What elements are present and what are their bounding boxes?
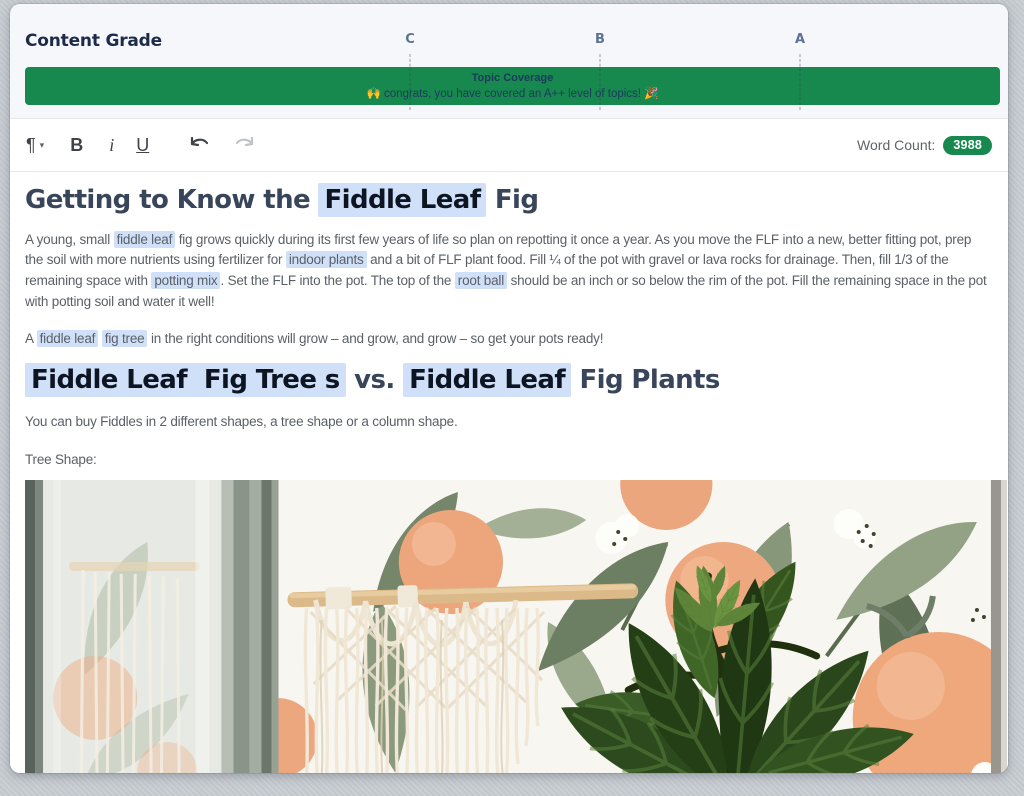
article-paragraph-4[interactable]: Tree Shape: [25, 450, 998, 471]
grade-marker-b-line [600, 54, 601, 110]
mirror [25, 480, 279, 773]
desktop-background: Content Grade C B A Topic Coverage 🙌 con… [0, 0, 1024, 796]
topic-coverage-title: Topic Coverage [25, 72, 1000, 84]
word-count: Word Count: 3988 [857, 136, 992, 155]
topic-coverage-message: 🙌 congrats, you have covered an A++ leve… [25, 86, 1000, 100]
pilcrow-icon: ¶ [26, 136, 36, 154]
bold-button[interactable]: B [70, 136, 83, 154]
redo-icon [233, 136, 255, 155]
grade-marker-c-label: C [405, 32, 415, 47]
article-heading-2[interactable]: Fiddle Leaf Fig Tree s vs. Fiddle Leaf F… [25, 364, 998, 397]
undo-icon [189, 136, 211, 155]
grade-marker-b-label: B [595, 32, 605, 47]
underline-button[interactable]: U [136, 136, 149, 154]
content-grade-title: Content Grade [25, 31, 162, 51]
word-count-badge: 3988 [943, 136, 992, 155]
grade-marker-c-line [410, 54, 411, 110]
word-count-label: Word Count: [857, 137, 935, 153]
grade-marker-a-line [800, 54, 801, 110]
editor-content[interactable]: Getting to Know the Fiddle Leaf Fig A yo… [10, 184, 1008, 773]
undo-button[interactable] [189, 136, 211, 155]
format-toolbar: ¶ ▾ B i U Word Count: 3988 [10, 118, 1008, 172]
article-heading-1[interactable]: Getting to Know the Fiddle Leaf Fig [25, 184, 998, 217]
article-paragraph-1[interactable]: A young, small fiddle leaf fig grows qui… [25, 230, 998, 314]
italic-button[interactable]: i [109, 136, 114, 154]
app-window: Content Grade C B A Topic Coverage 🙌 con… [10, 4, 1008, 773]
article-image-tree-shape [25, 480, 1007, 773]
article-paragraph-3[interactable]: You can buy Fiddles in 2 different shape… [25, 412, 998, 433]
grade-marker-a-label: A [795, 32, 805, 47]
chevron-down-icon: ▾ [40, 141, 45, 150]
topic-coverage-banner: Topic Coverage 🙌 congrats, you have cove… [25, 67, 1000, 105]
article-paragraph-2[interactable]: A fiddle leaf fig tree in the right cond… [25, 329, 998, 350]
content-grade-header: Content Grade C B A Topic Coverage 🙌 con… [10, 4, 1008, 118]
redo-button[interactable] [233, 136, 255, 155]
photo-right-frame [991, 480, 1001, 773]
paragraph-style-button[interactable]: ¶ ▾ [26, 136, 44, 154]
